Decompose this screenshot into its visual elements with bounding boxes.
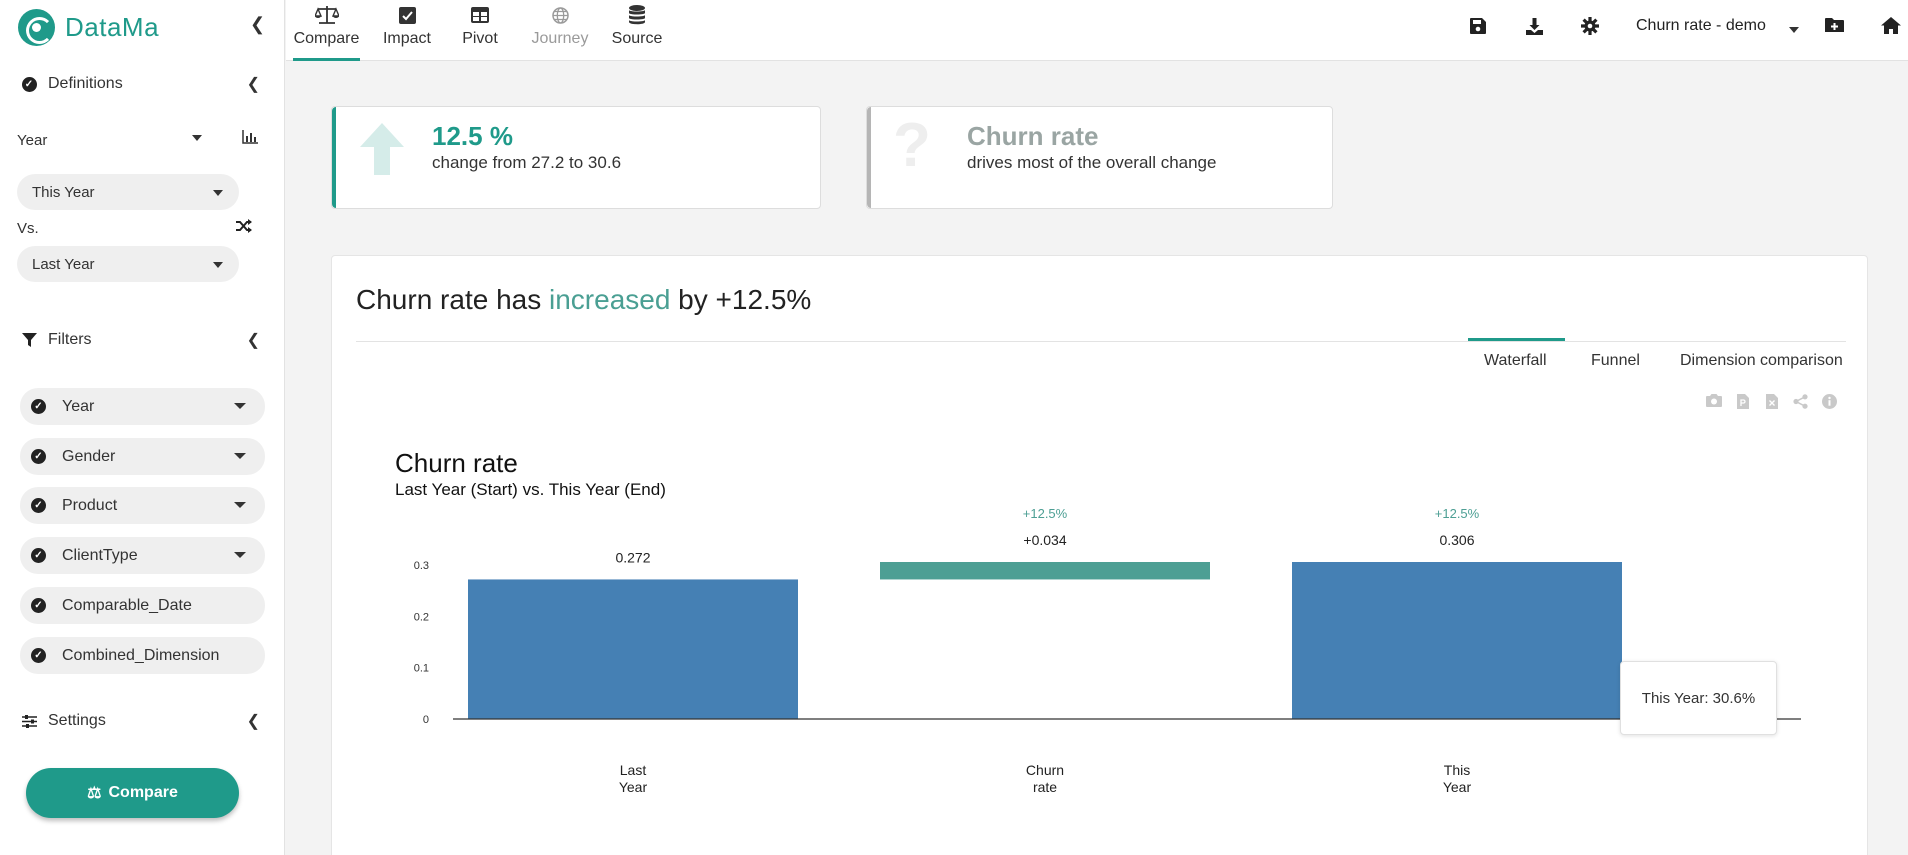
x-axis-label: This [1444, 762, 1470, 778]
y-tick-label: 0.3 [414, 560, 429, 572]
bar-pct-label: +12.5% [1023, 506, 1068, 521]
y-tick-label: 0 [423, 714, 429, 726]
bar-value-label: 0.306 [1439, 532, 1474, 548]
y-tick-label: 0.1 [414, 663, 429, 675]
chart-tooltip: This Year: 30.6% [1620, 661, 1777, 735]
y-tick-label: 0.2 [414, 611, 429, 623]
waterfall-bar [468, 579, 798, 719]
bar-value-label: 0.272 [615, 549, 650, 565]
waterfall-bar [1292, 562, 1622, 719]
x-axis-label: Year [1443, 779, 1472, 795]
waterfall-bar [880, 562, 1210, 580]
x-axis-label: Last [620, 762, 647, 778]
x-axis-label: Churn [1026, 762, 1064, 778]
tooltip-text: This Year: 30.6% [1641, 689, 1756, 707]
bar-pct-label: +12.5% [1435, 506, 1480, 521]
bar-value-label: +0.034 [1023, 532, 1066, 548]
x-axis-label: Year [619, 779, 648, 795]
x-axis-label: rate [1033, 779, 1057, 795]
